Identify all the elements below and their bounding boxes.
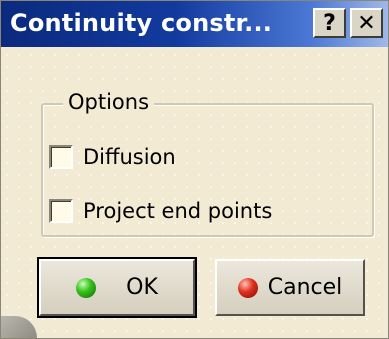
diffusion-label: Diffusion bbox=[83, 145, 176, 169]
red-dot-icon bbox=[237, 277, 258, 298]
title-bar[interactable]: Continuity constr... ? ✕ bbox=[1, 1, 388, 47]
green-dot-icon bbox=[76, 277, 97, 298]
project-end-points-label: Project end points bbox=[83, 199, 273, 223]
options-group-label: Options bbox=[63, 88, 155, 116]
diffusion-option[interactable]: Diffusion bbox=[49, 142, 176, 172]
background-corner-graphic bbox=[1, 316, 37, 338]
help-button[interactable]: ? bbox=[313, 8, 346, 38]
project-end-points-option[interactable]: Project end points bbox=[49, 196, 272, 226]
ok-button[interactable]: OK bbox=[37, 257, 197, 318]
ok-label: OK bbox=[126, 275, 158, 300]
cancel-button[interactable]: Cancel bbox=[215, 259, 365, 316]
project-end-points-checkbox[interactable] bbox=[49, 199, 73, 223]
close-icon: ✕ bbox=[357, 10, 376, 36]
close-button[interactable]: ✕ bbox=[350, 8, 383, 38]
cancel-label: Cancel bbox=[267, 275, 343, 300]
dialog-window: Continuity constr... ? ✕ Options Diffusi… bbox=[0, 0, 389, 339]
window-title: Continuity constr... bbox=[10, 9, 273, 37]
diffusion-checkbox[interactable] bbox=[49, 145, 73, 169]
